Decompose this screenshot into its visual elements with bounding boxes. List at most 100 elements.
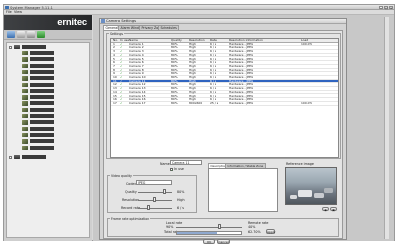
window-title: System Manager 5.11.1	[10, 5, 53, 10]
server-icon	[14, 44, 20, 50]
dialog-title: Camera Settings	[106, 19, 136, 23]
column-header[interactable]: Resolution	[189, 39, 205, 43]
camera-icon	[22, 114, 28, 119]
dialog-title-bar: Camera Settings	[100, 18, 346, 24]
camera-settings-dialog: Camera Settings General Alarm Windows Pr…	[99, 17, 347, 244]
collapse-icon[interactable]	[9, 45, 12, 49]
workspace-scrollbar[interactable]	[384, 16, 389, 239]
brand-logo: ernitec	[57, 16, 87, 28]
camera-icon	[22, 76, 28, 81]
tree-item[interactable]	[17, 82, 69, 87]
table-cell-rate: 25 / s	[210, 101, 219, 105]
rate-balance-thumb[interactable]	[218, 224, 221, 229]
in-use-checkbox[interactable]: ✓	[170, 167, 173, 171]
tree-item[interactable]	[17, 76, 69, 81]
column-header[interactable]: No.	[113, 39, 118, 43]
column-header[interactable]: Name	[129, 39, 138, 43]
tree-item-label	[30, 107, 54, 112]
minimize-icon[interactable]: –	[379, 5, 383, 10]
tree-item-label	[30, 114, 54, 119]
column-header[interactable]: Rate	[210, 39, 217, 43]
rate-balance-slider[interactable]	[176, 226, 242, 228]
column-header[interactable]: In use	[120, 39, 129, 43]
table-cell-name: Camera 17	[129, 101, 146, 105]
name-label: Name	[160, 161, 170, 166]
total-rate-bar	[176, 230, 242, 235]
tree-item[interactable]	[17, 95, 69, 100]
tree-item-label	[30, 76, 54, 81]
tree-item-label	[30, 57, 54, 62]
tree-item[interactable]	[17, 126, 69, 132]
monitor-icon[interactable]	[7, 31, 15, 38]
tree-item[interactable]	[17, 139, 69, 144]
quality-slider[interactable]	[138, 191, 172, 193]
tree-item[interactable]	[17, 145, 69, 150]
ok-button[interactable]: OK	[203, 238, 215, 244]
tree-item-label	[30, 120, 54, 125]
dialog-icon	[101, 19, 105, 23]
camera-icon	[22, 51, 28, 56]
remote-rate-value: 40%	[248, 224, 256, 229]
save-image-button[interactable]: ▣	[330, 206, 337, 212]
tree-item-label	[30, 63, 54, 68]
table-cell-no: 17	[113, 101, 117, 105]
camera-icon	[22, 82, 28, 87]
left-panel: ernitec	[4, 14, 92, 241]
quality-value: 80%	[177, 189, 185, 194]
tree-item[interactable]	[17, 88, 69, 94]
apply-button[interactable]: Apply	[266, 229, 275, 234]
camera-icon	[22, 145, 28, 150]
close-icon[interactable]: ×	[389, 5, 393, 10]
tree-item-label	[22, 154, 46, 159]
tree-item[interactable]	[17, 51, 69, 56]
camera-icon	[22, 107, 28, 113]
tree-item[interactable]	[17, 132, 69, 138]
maximize-icon[interactable]: □	[384, 5, 388, 10]
camera-icon	[22, 88, 28, 94]
name-input[interactable]: Camera 11	[170, 160, 202, 165]
reference-image	[285, 166, 337, 205]
column-header[interactable]: Resolution information	[229, 39, 263, 43]
camera-icon	[22, 132, 28, 138]
tree-item[interactable]	[17, 101, 69, 106]
settings-icon[interactable]	[27, 31, 35, 38]
tree-item-label	[22, 44, 46, 49]
tree-item[interactable]	[17, 69, 69, 75]
main-window: System Manager 5.11.1 – □ × File View er…	[3, 4, 395, 244]
expand-icon[interactable]	[9, 155, 12, 159]
tree-item[interactable]	[9, 44, 69, 50]
video-quality-label: Video quality	[110, 173, 133, 178]
cancel-button[interactable]: Cancel	[217, 238, 230, 244]
tree-item[interactable]	[9, 154, 69, 160]
quality-slider-thumb[interactable]	[163, 189, 166, 194]
reference-image-label: Reference image	[286, 161, 314, 166]
logo-banner: ernitec	[4, 14, 92, 30]
network-icon[interactable]	[37, 31, 45, 38]
resolution-label: Resolution	[122, 197, 140, 202]
total-rate-fill	[177, 231, 218, 234]
refresh-image-button[interactable]: ◉	[322, 206, 329, 212]
table-cell-load: 100.0%	[301, 101, 313, 105]
device-tree[interactable]	[6, 41, 90, 238]
tree-item[interactable]	[17, 120, 69, 125]
column-header[interactable]: Load	[301, 39, 308, 43]
workspace: Camera Settings General Alarm Windows Pr…	[93, 14, 394, 244]
resolution-slider-thumb[interactable]	[153, 197, 156, 202]
tree-item[interactable]	[17, 63, 69, 69]
table-row[interactable]: 17 ✓ Camera 17 80% 800x600 25 / s Hardware - J…	[111, 101, 338, 106]
quality-label: Quality	[125, 189, 137, 194]
tree-item[interactable]	[17, 114, 69, 119]
record-rate-slider-thumb[interactable]	[147, 205, 150, 210]
tree-item[interactable]	[17, 107, 69, 113]
resolution-value: High	[177, 197, 185, 202]
camera-icon[interactable]	[17, 31, 25, 38]
codec-select[interactable]: JPEG	[136, 180, 172, 185]
video-quality-group: Video quality Codec JPEG Quality 80% Res…	[107, 173, 197, 213]
frame-rate-group-label: Frame rate optimization	[110, 216, 151, 221]
description-textarea[interactable]	[208, 167, 278, 212]
column-header[interactable]: Quality	[171, 39, 182, 43]
tree-item-label	[30, 126, 54, 131]
settings-group: Settings No. In use Name Quality Resolution R…	[106, 31, 341, 159]
record-rate-slider[interactable]	[138, 207, 172, 209]
tree-item[interactable]	[17, 57, 69, 62]
